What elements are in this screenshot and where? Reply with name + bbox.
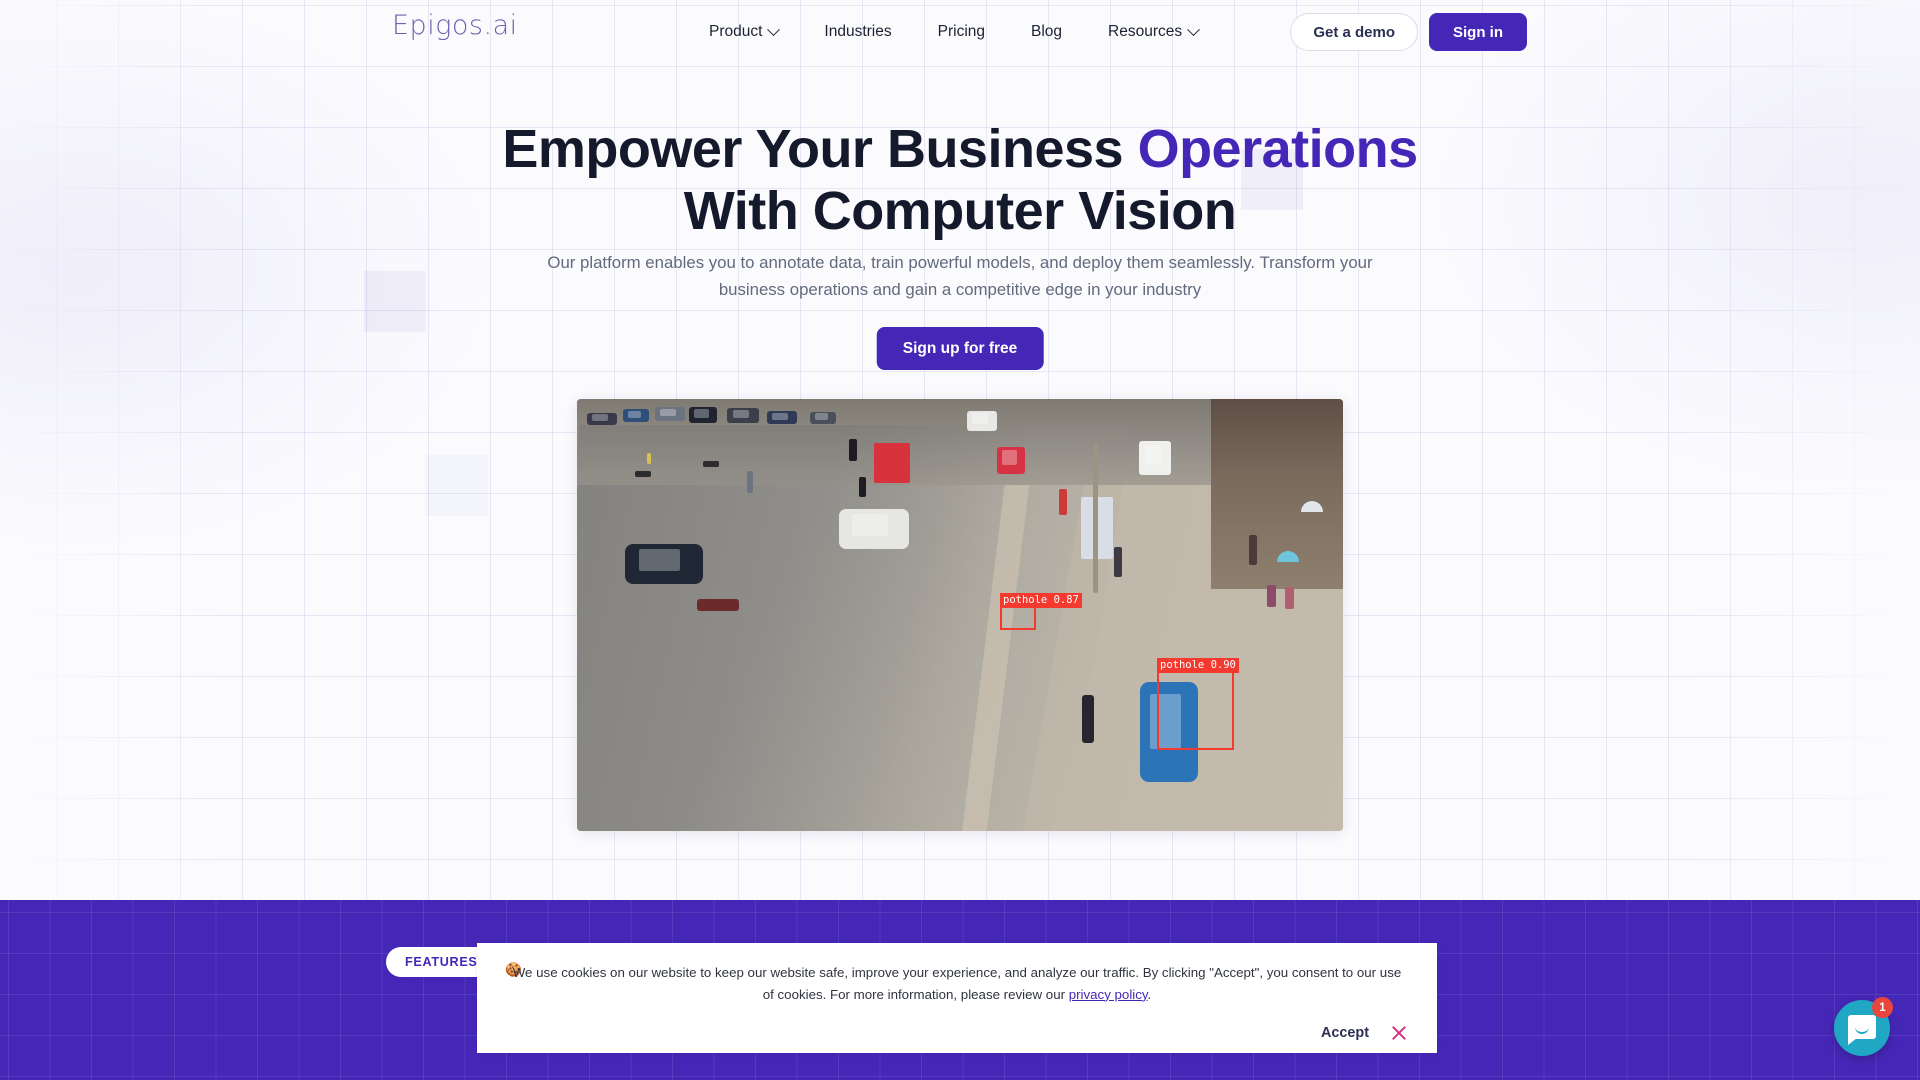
cookie-text-after-link: .	[1147, 986, 1152, 1002]
pedestrian	[747, 471, 753, 493]
nav-link-product[interactable]: Product	[686, 22, 801, 41]
chevron-down-icon	[767, 22, 781, 36]
top-navigation-bar: Epigos.ai Product Industries Pricing Blo…	[0, 0, 1920, 64]
brand-logo[interactable]: Epigos.ai	[392, 10, 518, 41]
detection-box-pothole-2: pothole 0.90	[1157, 658, 1239, 750]
nav-actions: Get a demo Sign in	[1290, 0, 1527, 64]
detection-label-2: pothole 0.90	[1157, 658, 1239, 673]
vehicle-red-car	[997, 447, 1025, 474]
detection-class-name: pothole	[1003, 594, 1048, 606]
roadside-pole	[1093, 443, 1098, 593]
vehicle	[689, 407, 717, 423]
cookie-text-before-link: We use cookies on our website to keep ou…	[512, 965, 1402, 1002]
vehicle-white-sedan	[839, 509, 909, 549]
nav-link-label: Resources	[1108, 23, 1183, 40]
detection-confidence: 0.90	[1210, 659, 1236, 671]
chat-bubble-icon	[1848, 1015, 1876, 1039]
pedestrian	[647, 453, 651, 464]
vehicle	[810, 412, 836, 424]
pedestrian	[1114, 547, 1122, 577]
cookie-consent-banner: 🍪 We use cookies on our website to keep …	[477, 943, 1437, 1053]
headline-accent-word: Operations	[1137, 119, 1419, 179]
vehicle	[767, 411, 797, 424]
nav-link-label: Product	[709, 23, 763, 40]
hero-subheadline: Our platform enables you to annotate dat…	[547, 253, 1373, 299]
nav-link-label: Industries	[824, 23, 892, 40]
nav-link-label: Blog	[1031, 23, 1063, 40]
smile-icon	[1855, 1027, 1869, 1034]
nav-link-industries[interactable]: Industries	[801, 23, 914, 41]
billboard-red	[874, 443, 910, 483]
cookie-banner-actions: Accept	[1321, 1023, 1409, 1043]
chat-launcher-button[interactable]: 1	[1834, 997, 1893, 1056]
vehicle	[655, 407, 685, 421]
vehicle	[727, 408, 759, 423]
traffic-light	[1082, 695, 1094, 743]
pedestrian	[1285, 587, 1294, 609]
nav-link-label: Pricing	[937, 23, 986, 40]
sign-up-for-free-button[interactable]: Sign up for free	[876, 327, 1044, 370]
grid-accent-cell	[364, 271, 426, 332]
nav-links: Product Industries Pricing Blog Resource…	[686, 0, 1221, 64]
motorcycle	[697, 599, 739, 611]
sign-in-button[interactable]: Sign in	[1429, 13, 1527, 51]
vehicle-dark-sedan	[625, 544, 703, 584]
headline-text-part1: Empower Your Business	[502, 119, 1138, 179]
detection-label-1: pothole 0.87	[1000, 593, 1082, 608]
tarmac-sheen	[577, 424, 1133, 831]
motorcycle	[635, 471, 651, 477]
pedestrian	[1267, 585, 1276, 607]
vehicle	[587, 413, 617, 425]
accept-cookies-button[interactable]: Accept	[1321, 1025, 1369, 1041]
pedestrian	[1249, 535, 1257, 565]
get-a-demo-button[interactable]: Get a demo	[1290, 13, 1418, 51]
pedestrian	[1059, 489, 1067, 515]
vehicle-white-suv	[967, 411, 997, 431]
hero-headline: Empower Your Business Operations With Co…	[360, 118, 1560, 242]
detection-class-name: pothole	[1160, 659, 1205, 671]
chevron-down-icon	[1187, 22, 1201, 36]
close-icon[interactable]	[1389, 1023, 1409, 1043]
detection-box-pothole-1: pothole 0.87	[1000, 593, 1082, 630]
nav-link-pricing[interactable]: Pricing	[915, 23, 1008, 41]
nav-link-blog[interactable]: Blog	[1008, 23, 1085, 41]
cookie-banner-text: We use cookies on our website to keep ou…	[511, 962, 1403, 1005]
privacy-policy-link[interactable]: privacy policy	[1069, 987, 1148, 1002]
nav-link-resources[interactable]: Resources	[1085, 22, 1221, 41]
detection-confidence: 0.87	[1053, 594, 1079, 606]
traffic-light	[849, 439, 857, 461]
headline-text-part2: With Computer Vision	[683, 181, 1237, 242]
vehicle-white-van	[1139, 441, 1171, 475]
motorcycle	[703, 461, 719, 467]
grid-accent-cell	[426, 455, 488, 516]
hero-demo-image[interactable]: pothole 0.87 pothole 0.90	[577, 399, 1343, 831]
chat-unread-badge: 1	[1872, 997, 1893, 1018]
traffic-light	[859, 477, 866, 497]
vehicle	[623, 409, 649, 422]
